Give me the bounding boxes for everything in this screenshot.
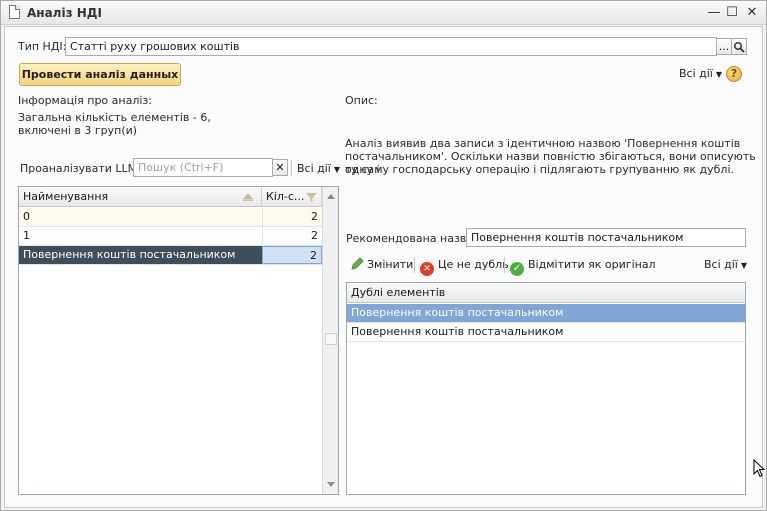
- table-row[interactable]: 1 2: [19, 227, 322, 246]
- divider: [414, 257, 415, 273]
- row-name: Повернення коштів постачальником: [19, 246, 262, 264]
- window-title: Аналіз НДІ: [27, 6, 102, 20]
- analysis-info-line1: Загальна кількість елементів - 6,: [18, 111, 211, 124]
- column-name-header[interactable]: Найменування: [19, 187, 262, 207]
- recommended-name-label: Рекомендована назва:: [346, 232, 477, 245]
- duplicates-table: Дублі елементів Повернення коштів постач…: [346, 282, 746, 495]
- mark-original-label: Відмітити як оригінал: [528, 258, 656, 271]
- analysis-info-label: Інформація про аналіз:: [18, 94, 152, 107]
- edit-button[interactable]: Змінити: [351, 256, 413, 274]
- document-icon: [9, 5, 20, 19]
- duplicates-table-header: Дублі елементів: [347, 283, 745, 303]
- type-label: Тип НДІ:: [18, 40, 67, 53]
- left-all-actions-label: Всі дії: [297, 162, 331, 175]
- table-row-selected[interactable]: Повернення коштів постачальником 2: [19, 246, 322, 265]
- row-count: 2: [262, 246, 322, 264]
- duplicate-name: Повернення коштів постачальником: [351, 306, 564, 319]
- pencil-icon: [351, 257, 364, 270]
- scroll-thumb[interactable]: [325, 333, 337, 345]
- description-label: Опис:: [345, 94, 378, 107]
- close-button[interactable]: ✕: [743, 4, 761, 22]
- table-row[interactable]: 0 2: [19, 208, 322, 227]
- divider: [504, 257, 505, 273]
- right-all-actions-dropdown[interactable]: Всі дії ▼: [704, 258, 747, 271]
- analysis-info-line2: включені в 3 груп(и): [18, 124, 138, 137]
- filter-icon: [306, 193, 317, 202]
- edit-label: Змінити: [367, 258, 414, 271]
- not-duplicate-label: Це не дубль: [438, 258, 509, 271]
- groups-table: Найменування Кіл-с... 0 2 1 2 Повернення…: [18, 186, 339, 495]
- list-item-selected[interactable]: Повернення коштів постачальником: [347, 304, 745, 323]
- not-duplicate-button[interactable]: ✕ Це не дубль: [420, 256, 509, 276]
- top-all-actions-label: Всі дії: [679, 67, 713, 80]
- column-count-header[interactable]: Кіл-с...: [262, 187, 322, 207]
- row-name: 1: [23, 229, 30, 242]
- cursor-icon: [753, 459, 765, 478]
- select-button[interactable]: ...: [716, 38, 732, 55]
- chevron-down-icon: ▼: [333, 165, 341, 174]
- row-count: 2: [262, 208, 322, 226]
- cancel-icon: ✕: [420, 262, 434, 276]
- column-name-label: Найменування: [23, 190, 109, 203]
- mark-original-button[interactable]: ✓ Відмітити як оригінал: [510, 256, 656, 276]
- sort-icon: [243, 193, 253, 201]
- description-line3: ту саму господарську операцію і підлягаю…: [345, 163, 735, 176]
- maximize-button[interactable]: ☐: [723, 4, 741, 22]
- analyze-data-button[interactable]: Провести аналіз данных: [19, 63, 181, 86]
- right-all-actions-label: Всі дії: [704, 258, 738, 271]
- search-input[interactable]: Пошук (Ctrl+F): [133, 158, 273, 177]
- column-count-label: Кіл-с...: [266, 190, 305, 203]
- list-item[interactable]: Повернення коштів постачальником: [347, 323, 745, 342]
- chevron-down-icon: ▼: [740, 261, 748, 270]
- description-line1: Аналіз виявив два записи з ідентичною на…: [345, 137, 741, 150]
- divider: [291, 160, 292, 176]
- title-bar: Аналіз НДІ — ☐ ✕: [1, 1, 766, 25]
- check-icon: ✓: [510, 262, 524, 276]
- help-icon[interactable]: ?: [726, 66, 742, 82]
- analyze-llm-button[interactable]: Проаналізувати LLM: [20, 162, 137, 175]
- left-all-actions-dropdown[interactable]: Всі дії ▼: [297, 162, 340, 175]
- minimize-button[interactable]: —: [705, 4, 723, 22]
- top-all-actions-dropdown[interactable]: Всі дії ▼: [679, 67, 722, 80]
- groups-scrollbar[interactable]: [322, 187, 338, 494]
- scroll-up-icon[interactable]: [323, 189, 339, 205]
- chevron-down-icon: ▼: [715, 70, 723, 79]
- column-duplicates-header[interactable]: Дублі елементів: [347, 283, 745, 303]
- groups-table-header: Найменування Кіл-с...: [19, 187, 322, 207]
- duplicate-name: Повернення коштів постачальником: [351, 325, 564, 338]
- scroll-down-icon[interactable]: [323, 476, 339, 492]
- row-name: 0: [23, 210, 30, 223]
- form-body: Тип НДІ: Статті руху грошових коштів ...…: [4, 26, 763, 508]
- open-icon[interactable]: [731, 38, 747, 55]
- clear-search-icon[interactable]: ✕: [272, 159, 288, 176]
- recommended-name-input[interactable]: Повернення коштів постачальником: [466, 228, 746, 247]
- analysis-window: Аналіз НДІ — ☐ ✕ Тип НДІ: Статті руху гр…: [0, 0, 767, 511]
- row-count: 2: [262, 227, 322, 245]
- type-input[interactable]: Статті руху грошових коштів: [65, 37, 717, 56]
